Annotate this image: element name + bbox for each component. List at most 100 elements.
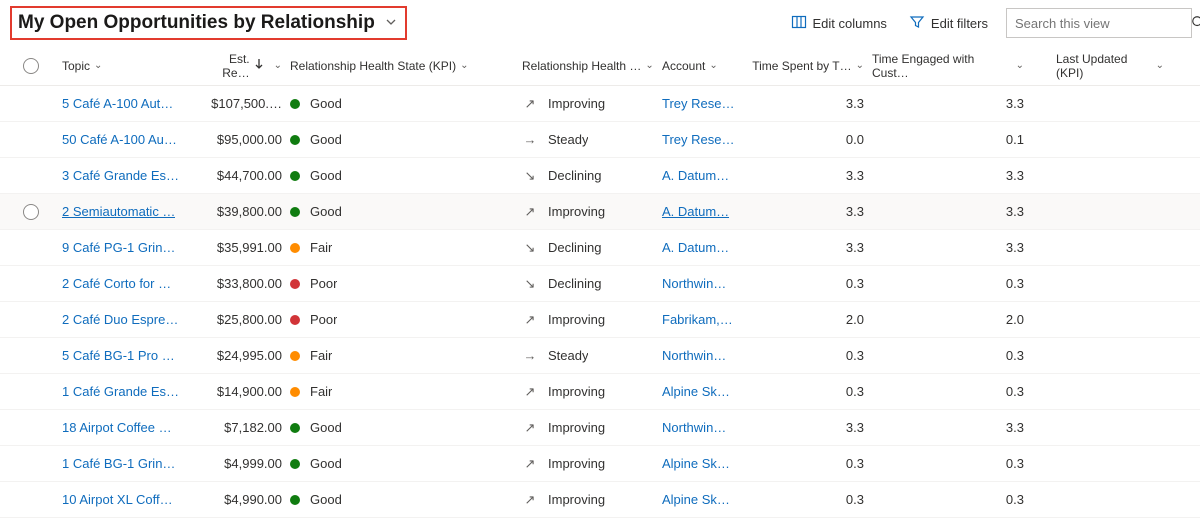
chevron-down-icon: ⌄ [709,60,717,71]
column-header-revenue[interactable]: Est. Re… ⌄ [200,52,290,80]
columns-icon [791,14,813,33]
health-indicator-dot [290,135,300,145]
table-row[interactable]: 1 Café BG-1 Grin…$4,999.00Good↗Improving… [0,446,1200,482]
account-link[interactable]: Northwin… [662,348,726,363]
revenue-value: $4,999.00 [200,456,282,471]
select-all-radio[interactable] [23,58,39,74]
revenue-value: $35,991.00 [200,240,282,255]
health-indicator-dot [290,207,300,217]
trend-value: Improving [548,492,605,507]
account-link[interactable]: Alpine Sk… [662,456,730,471]
column-header-trend[interactable]: Relationship Health … ⌄ [522,59,662,73]
trend-value: Improving [548,384,605,399]
topic-link[interactable]: 3 Café Grande Es… [62,168,179,183]
time-engaged-value: 0.1 [890,132,1024,147]
time-engaged-value: 0.3 [890,384,1024,399]
select-all-cell[interactable] [0,58,62,74]
topic-link[interactable]: 18 Airpot Coffee … [62,420,172,435]
health-state-value: Good [310,168,342,183]
topic-link[interactable]: 5 Café BG-1 Pro … [62,348,175,363]
time-spent-value: 0.3 [765,492,864,507]
column-header-time-engaged[interactable]: Time Engaged with Cust… ⌄ [872,52,1032,80]
account-link[interactable]: Trey Rese… [662,96,734,111]
column-header-label: Topic [62,59,90,73]
table-row[interactable]: 9 Café PG-1 Grin…$35,991.00Fair↘Declinin… [0,230,1200,266]
view-selector[interactable]: My Open Opportunities by Relationship [10,6,407,40]
topic-link[interactable]: 9 Café PG-1 Grin… [62,240,175,255]
column-header-label: Est. Re… [200,52,250,80]
time-spent-value: 3.3 [765,204,864,219]
time-engaged-value: 3.3 [890,96,1024,111]
row-select-radio[interactable] [23,204,39,220]
health-state-value: Poor [310,312,337,327]
health-indicator-dot [290,315,300,325]
account-link[interactable]: A. Datum… [662,168,729,183]
column-header-account[interactable]: Account ⌄ [662,59,752,73]
trend-arrow-icon: ↗ [522,96,538,112]
table-row[interactable]: 3 Café Grande Es…$44,700.00Good↘Declinin… [0,158,1200,194]
chevron-down-icon: ⌄ [856,60,864,71]
trend-value: Declining [548,168,601,183]
table-row[interactable]: 2 Semiautomatic …$39,800.00Good↗Improvin… [0,194,1200,230]
edit-columns-button[interactable]: Edit columns [791,14,887,33]
table-row[interactable]: 2 Café Corto for …$33,800.00Poor↘Declini… [0,266,1200,302]
topic-link[interactable]: 50 Café A-100 Au… [62,132,177,147]
topic-link[interactable]: 2 Café Corto for … [62,276,171,291]
table-row[interactable]: 1 Café Grande Es…$14,900.00Fair↗Improvin… [0,374,1200,410]
search-icon[interactable] [1191,15,1200,32]
account-link[interactable]: Trey Rese… [662,132,734,147]
time-spent-value: 0.3 [765,348,864,363]
column-header-last-updated[interactable]: Last Updated (KPI) ⌄ [1032,52,1172,80]
table-row[interactable]: 2 Café Duo Espre…$25,800.00Poor↗Improvin… [0,302,1200,338]
column-header-health[interactable]: Relationship Health State (KPI) ⌄ [290,59,522,73]
topic-link[interactable]: 2 Café Duo Espre… [62,312,178,327]
time-spent-value: 3.3 [765,96,864,111]
table-row[interactable]: 18 Airpot Coffee …$7,182.00Good↗Improvin… [0,410,1200,446]
trend-value: Improving [548,312,605,327]
time-engaged-value: 0.3 [890,492,1024,507]
search-input[interactable] [1015,16,1191,31]
account-link[interactable]: Northwin… [662,420,726,435]
revenue-value: $95,000.00 [200,132,282,147]
trend-arrow-icon: → [522,132,538,147]
account-link[interactable]: Fabrikam,… [662,312,733,327]
trend-arrow-icon: ↗ [522,204,538,220]
health-state-value: Fair [310,348,332,363]
table-row[interactable]: 5 Café A-100 Aut…$107,500.…Good↗Improvin… [0,86,1200,122]
account-link[interactable]: A. Datum… [662,240,729,255]
topic-link[interactable]: 2 Semiautomatic … [62,204,175,219]
account-link[interactable]: Northwin… [662,276,726,291]
trend-value: Declining [548,240,601,255]
column-header-label: Account [662,59,705,73]
column-header-time-spent[interactable]: Time Spent by T… ⌄ [752,59,872,73]
time-engaged-value: 3.3 [890,420,1024,435]
table-row[interactable]: 50 Café A-100 Au…$95,000.00Good→SteadyTr… [0,122,1200,158]
topic-link[interactable]: 1 Café BG-1 Grin… [62,456,175,471]
edit-filters-button[interactable]: Edit filters [909,14,988,33]
edit-columns-label: Edit columns [813,16,887,31]
account-link[interactable]: A. Datum… [662,204,729,219]
health-state-value: Good [310,96,342,111]
trend-value: Steady [548,348,588,363]
search-box[interactable] [1006,8,1192,38]
time-engaged-value: 0.3 [890,348,1024,363]
time-spent-value: 3.3 [765,420,864,435]
account-link[interactable]: Alpine Sk… [662,492,730,507]
table-row[interactable]: 10 Airpot XL Coff…$4,990.00Good↗Improvin… [0,482,1200,518]
trend-arrow-icon: ↗ [522,312,538,328]
health-indicator-dot [290,171,300,181]
topic-link[interactable]: 1 Café Grande Es… [62,384,179,399]
account-link[interactable]: Alpine Sk… [662,384,730,399]
trend-value: Improving [548,96,605,111]
topic-link[interactable]: 10 Airpot XL Coff… [62,492,173,507]
table-row[interactable]: 5 Café BG-1 Pro …$24,995.00Fair→SteadyNo… [0,338,1200,374]
column-header-topic[interactable]: Topic ⌄ [62,59,200,73]
revenue-value: $33,800.00 [200,276,282,291]
health-state-value: Good [310,132,342,147]
trend-value: Improving [548,204,605,219]
topic-link[interactable]: 5 Café A-100 Aut… [62,96,173,111]
chevron-down-icon: ⌄ [94,60,102,71]
filter-icon [909,14,931,33]
row-select-cell[interactable] [0,204,62,220]
column-header-label: Relationship Health State (KPI) [290,59,456,73]
